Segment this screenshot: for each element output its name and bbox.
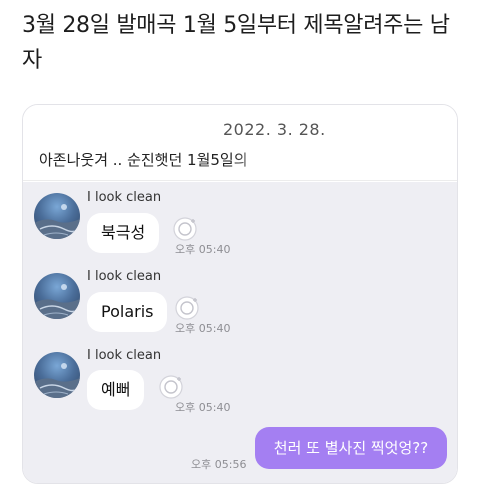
- add-reaction-icon[interactable]: [157, 373, 185, 401]
- sender-name: I look clean: [87, 269, 162, 284]
- chat-date: 2022. 3. 28.: [223, 120, 326, 139]
- avatar[interactable]: [34, 193, 80, 239]
- message-time: 오후 05:40: [175, 322, 231, 335]
- message-time: 오후 05:40: [175, 243, 231, 256]
- add-reaction-icon[interactable]: [173, 294, 201, 322]
- post-title: 3월 28일 발매곡 1월 5일부터 제목알려주는 남자: [22, 13, 450, 73]
- chat-header: 2022. 3. 28. 아존나웃겨 .. 순진햇던 1월5일의: [23, 105, 457, 181]
- message-bubble[interactable]: 예뻐: [87, 370, 145, 410]
- avatar[interactable]: [34, 273, 80, 319]
- my-message-bubble[interactable]: 천러 또 별사진 찍엇엉??: [255, 427, 447, 469]
- preview-fade: [233, 145, 293, 171]
- sky-photo-icon: [34, 204, 80, 239]
- chat-preview-text: 아존나웃겨 .. 순진햇던 1월5일의: [39, 151, 248, 169]
- sky-photo-icon: [34, 284, 80, 319]
- sender-name: I look clean: [87, 190, 162, 205]
- sender-name: I look clean: [87, 348, 162, 363]
- message-time: 오후 05:40: [175, 401, 231, 414]
- add-reaction-icon[interactable]: [171, 215, 199, 243]
- sky-photo-icon: [34, 363, 80, 398]
- chat-screenshot-card: 2022. 3. 28. 아존나웃겨 .. 순진햇던 1월5일의 I look …: [22, 104, 458, 484]
- message-bubble[interactable]: Polaris: [87, 292, 168, 332]
- my-message-time: 오후 05:56: [191, 458, 247, 471]
- avatar[interactable]: [34, 352, 80, 398]
- message-bubble[interactable]: 북극성: [87, 213, 160, 253]
